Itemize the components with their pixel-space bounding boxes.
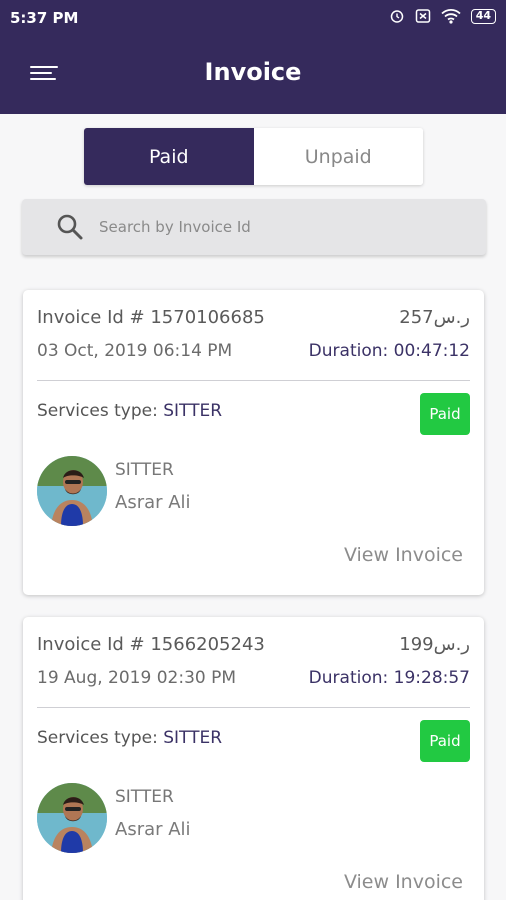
avatar <box>37 783 107 853</box>
divider <box>37 707 470 708</box>
service-type-value: SITTER <box>163 728 223 748</box>
search-icon[interactable] <box>55 212 85 242</box>
status-time: 5:37 PM <box>10 9 79 27</box>
wifi-icon <box>441 8 461 24</box>
invoice-id: Invoice Id # 1570106685 <box>37 307 265 328</box>
provider-role: SITTER <box>115 787 174 807</box>
alarm-icon <box>389 8 405 24</box>
status-bar: 5:37 PM 44 <box>0 0 506 36</box>
provider-name: Asrar Ali <box>115 492 191 513</box>
page-title: Invoice <box>204 58 302 86</box>
invoice-card[interactable]: Invoice Id # 1570106685 ر.س257 03 Oct, 2… <box>23 290 484 595</box>
provider-name: Asrar Ali <box>115 819 191 840</box>
invoice-duration: Duration: 00:47:12 <box>308 341 470 361</box>
view-invoice-button[interactable]: View Invoice <box>344 544 463 566</box>
status-badge: Paid <box>420 393 470 435</box>
service-type: Services type: SITTER <box>37 728 222 748</box>
service-type-label: Services type: <box>37 728 158 748</box>
provider-role: SITTER <box>115 460 174 480</box>
search-input[interactable] <box>99 218 439 236</box>
invoice-duration: Duration: 19:28:57 <box>308 668 470 688</box>
app-bar: Invoice <box>0 36 506 114</box>
invoice-amount: ر.س199 <box>399 634 470 655</box>
search-bar <box>22 199 486 255</box>
service-type: Services type: SITTER <box>37 401 222 421</box>
invoice-card[interactable]: Invoice Id # 1566205243 ر.س199 19 Aug, 2… <box>23 617 484 900</box>
status-icons: 44 <box>389 8 496 24</box>
battery-icon: 44 <box>470 8 496 24</box>
avatar <box>37 456 107 526</box>
service-type-label: Services type: <box>37 401 158 421</box>
divider <box>37 380 470 381</box>
service-type-value: SITTER <box>163 401 223 421</box>
invoice-date: 19 Aug, 2019 02:30 PM <box>37 668 237 688</box>
invoice-amount: ر.س257 <box>399 307 470 328</box>
notification-x-icon <box>415 8 431 24</box>
tab-unpaid[interactable]: Unpaid <box>253 128 423 185</box>
view-invoice-button[interactable]: View Invoice <box>344 871 463 893</box>
tab-paid[interactable]: Paid <box>84 128 254 185</box>
invoice-status-tabs: Paid Unpaid <box>84 128 423 185</box>
invoice-date: 03 Oct, 2019 06:14 PM <box>37 341 233 361</box>
status-badge: Paid <box>420 720 470 762</box>
invoice-id: Invoice Id # 1566205243 <box>37 634 265 655</box>
